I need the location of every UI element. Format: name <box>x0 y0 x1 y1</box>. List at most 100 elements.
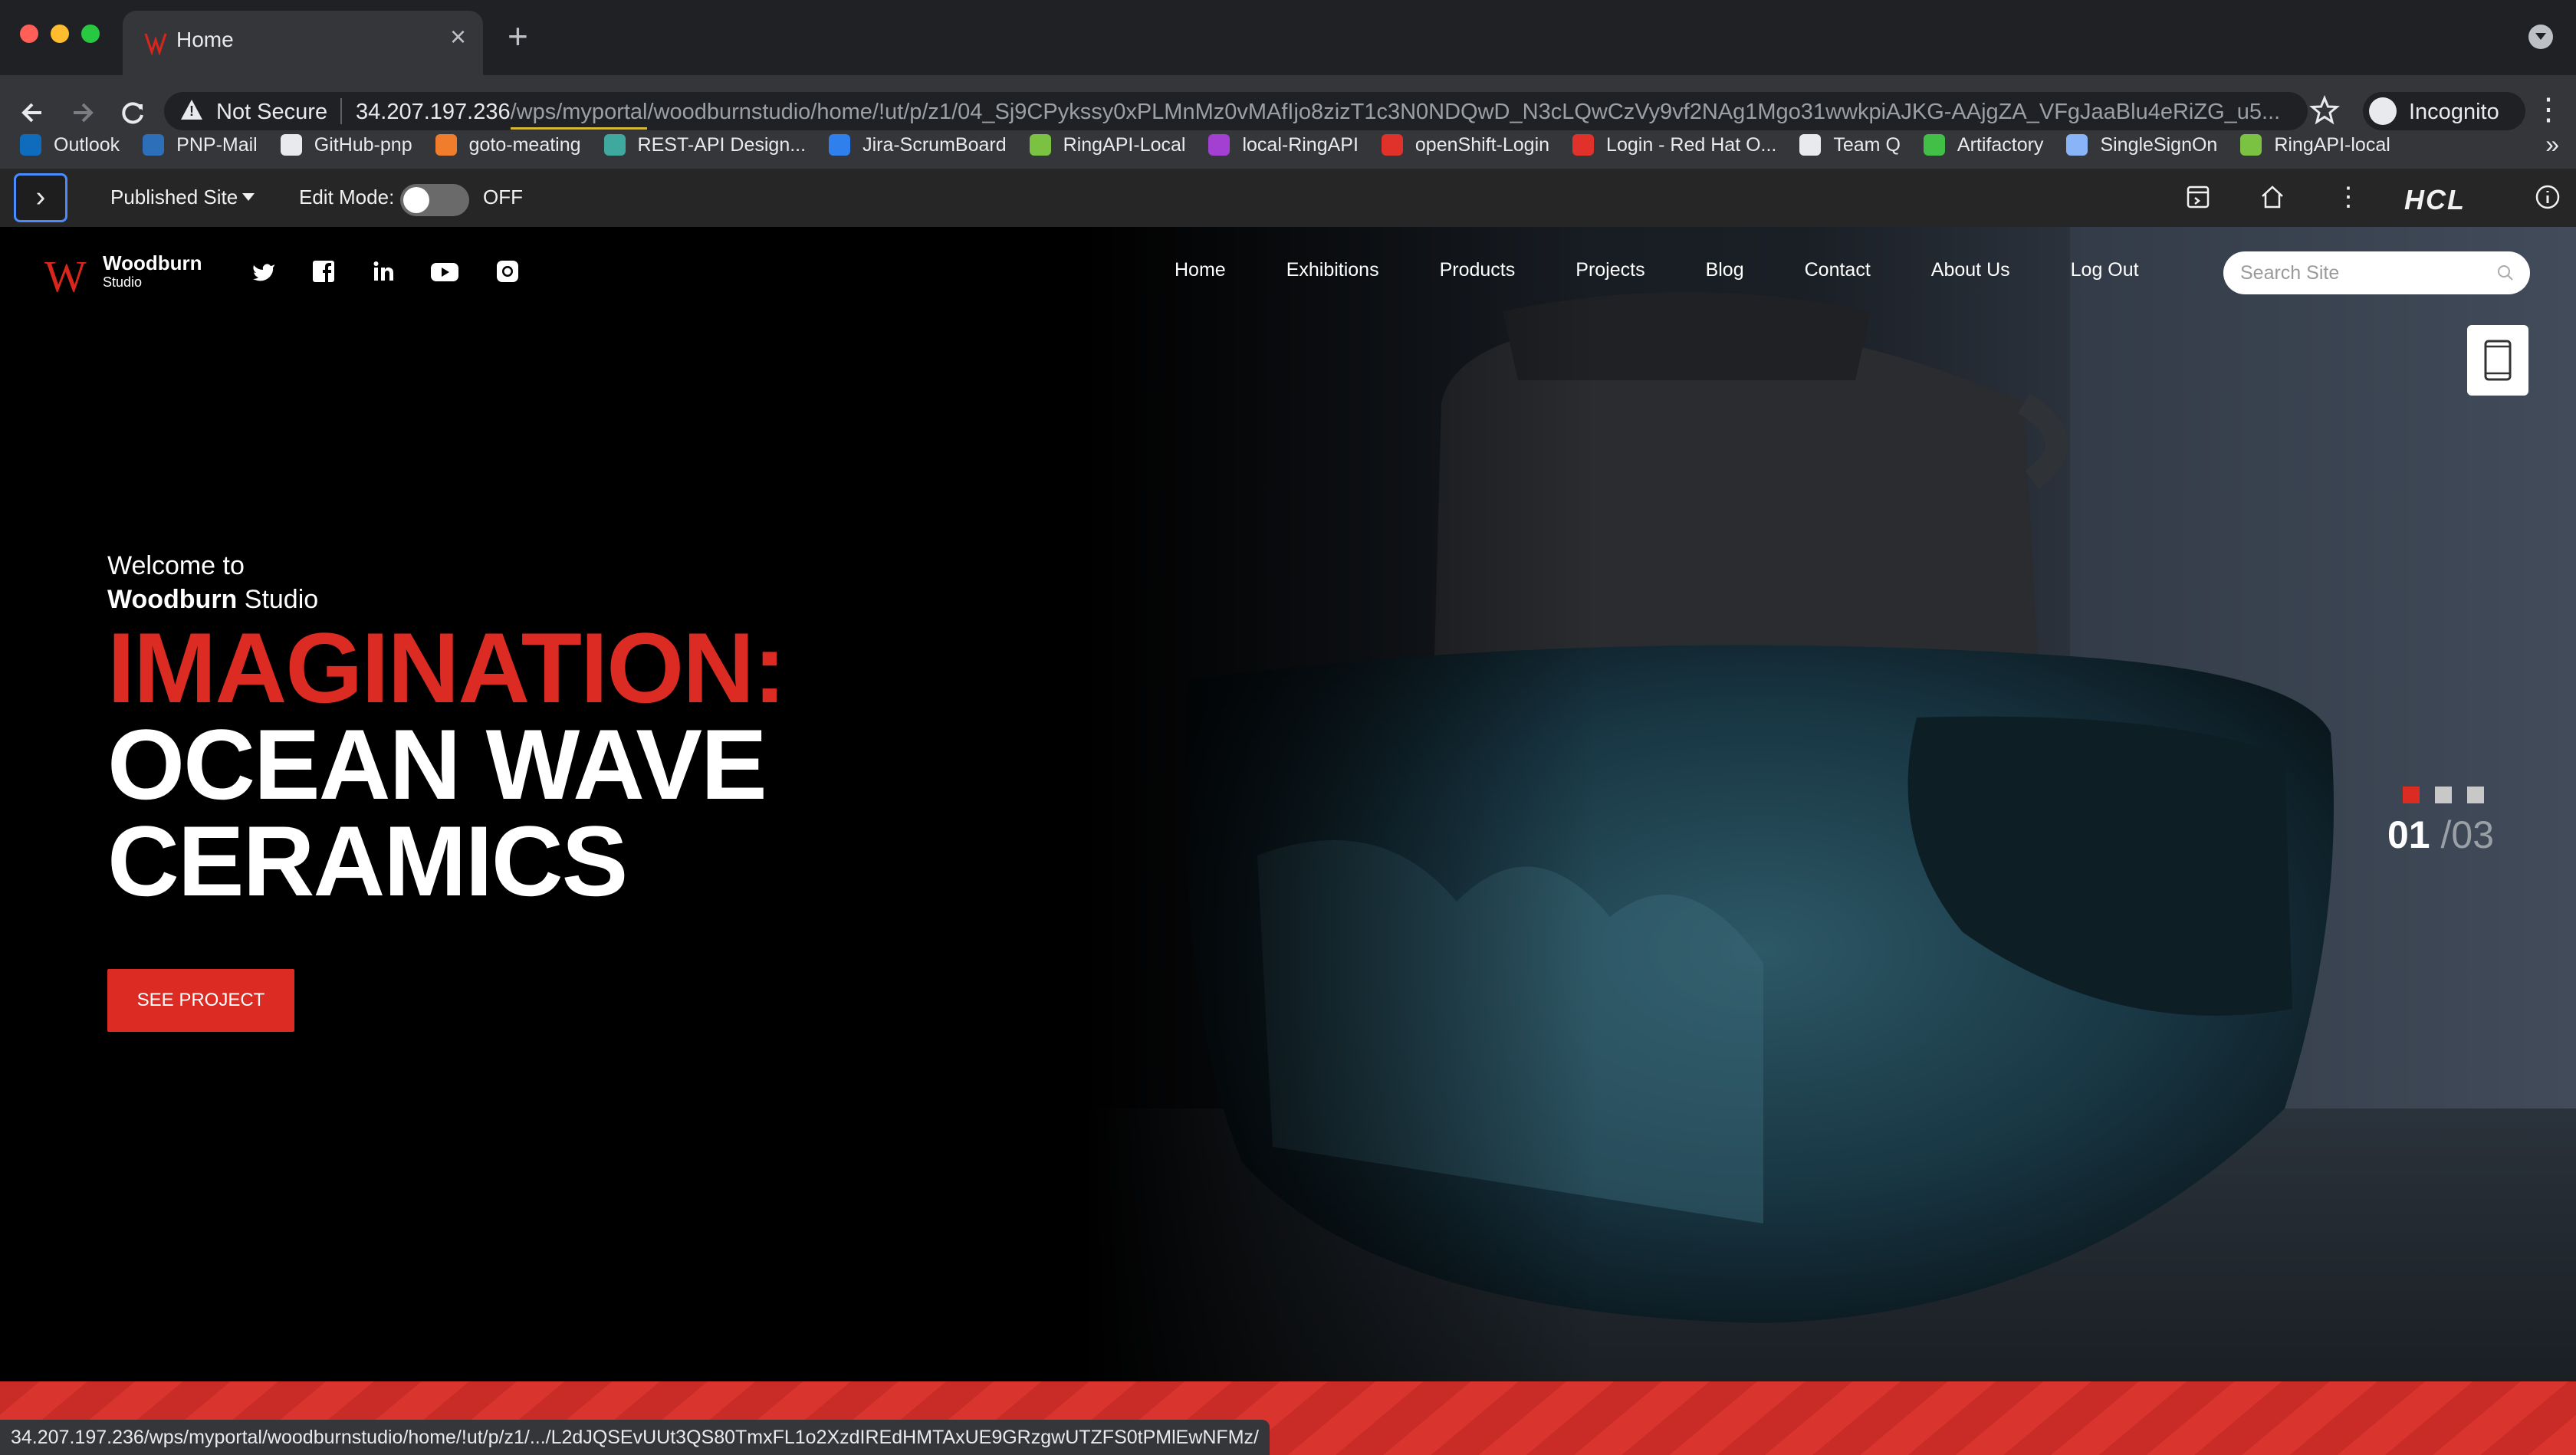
github-icon <box>280 134 302 156</box>
bookmark-label: REST-API Design... <box>637 133 807 156</box>
bookmarks-bar: Outlook PNP-Mail GitHub-pnp goto-meating RES… <box>0 126 2576 164</box>
bookmark-label: SingleSignOn <box>2100 133 2218 156</box>
jira-icon <box>829 134 851 156</box>
ring-icon <box>2240 134 2262 156</box>
tab-close-icon[interactable]: × <box>450 23 466 51</box>
minimize-window-button[interactable] <box>51 25 69 43</box>
tab-home[interactable]: Home × <box>123 11 483 75</box>
site-selector[interactable]: Published Site <box>110 186 238 209</box>
local-ring-icon <box>1208 134 1230 156</box>
bookmark-label: PNP-Mail <box>176 133 258 156</box>
info-icon[interactable] <box>2535 184 2561 210</box>
site-header: W Woodburn Studio Home Exhibitions Product… <box>0 227 2576 319</box>
bookmark-item[interactable]: Team Q <box>1799 134 1901 156</box>
tab-search-icon[interactable] <box>2528 25 2553 49</box>
bookmark-label: openShift-Login <box>1414 133 1550 156</box>
hero-headline-3: CERAMICS <box>107 805 628 917</box>
facebook-icon[interactable] <box>310 258 337 285</box>
search-placeholder: Search Site <box>2240 262 2340 284</box>
bookmark-item[interactable]: GitHub-pnp <box>280 133 412 156</box>
home-icon[interactable] <box>2259 184 2285 210</box>
artifactory-icon <box>1923 134 1945 156</box>
redhat-icon <box>1572 134 1595 156</box>
main-navigation: Home Exhibitions Products Projects Blog Conta… <box>1175 259 2200 281</box>
slider-dot[interactable] <box>2435 787 2452 803</box>
bookmark-label: Outlook <box>54 133 120 156</box>
twitter-icon[interactable] <box>250 258 278 285</box>
hcl-logo: HCL <box>2404 184 2466 215</box>
bookmark-label: RingAPI-Local <box>1063 133 1186 156</box>
bookmark-item[interactable]: Jira-ScrumBoard <box>829 134 1007 156</box>
youtube-icon[interactable] <box>429 258 460 285</box>
incognito-icon <box>2369 97 2397 125</box>
outlook-icon <box>20 134 41 156</box>
bookmark-item[interactable]: openShift-Login <box>1381 133 1550 156</box>
nav-exhibitions[interactable]: Exhibitions <box>1286 259 1379 281</box>
bookmark-item[interactable]: goto-meating <box>435 134 581 156</box>
edit-mode-toggle[interactable] <box>400 184 469 216</box>
nav-about-us[interactable]: About Us <box>1931 259 2010 281</box>
bookmark-item[interactable]: Login - Red Hat O... <box>1572 134 1776 156</box>
linkedin-icon[interactable] <box>370 258 397 285</box>
browser-menu-icon[interactable]: ⋮ <box>2533 90 2564 129</box>
edit-mode-state: OFF <box>483 186 523 209</box>
url-host: 34.207.197.236 <box>356 100 511 124</box>
bookmark-item[interactable]: SingleSignOn <box>2066 134 2217 156</box>
nav-home[interactable]: Home <box>1175 259 1226 281</box>
bookmark-item[interactable]: Outlook <box>20 134 120 156</box>
more-options-icon[interactable]: ⋮ <box>2335 184 2361 210</box>
bookmark-item[interactable]: REST-API Design... <box>603 133 807 156</box>
nav-blog[interactable]: Blog <box>1706 259 1744 281</box>
more-bookmarks-icon[interactable]: » <box>2545 130 2559 159</box>
hero-brand-rest: Studio <box>237 585 319 614</box>
device-preview-button[interactable] <box>2467 325 2528 396</box>
bookmark-item[interactable]: Artifactory <box>1923 134 2043 156</box>
rest-api-icon <box>603 134 626 156</box>
openshift-icon <box>1381 134 1403 156</box>
search-icon[interactable] <box>2496 264 2515 282</box>
toggle-knob <box>403 187 429 213</box>
slide-total: /03 <box>2440 813 2495 856</box>
maximize-window-button[interactable] <box>81 25 100 43</box>
slider-dot[interactable] <box>2403 787 2420 803</box>
sso-icon <box>2066 134 2088 156</box>
paper-plane-icon <box>143 134 165 156</box>
close-window-button[interactable] <box>20 25 38 43</box>
slider-pagination <box>2403 787 2499 803</box>
security-label[interactable]: Not Secure <box>216 100 327 125</box>
github-icon <box>1799 134 1822 156</box>
nav-log-out[interactable]: Log Out <box>2071 259 2139 281</box>
nav-contact[interactable]: Contact <box>1805 259 1871 281</box>
new-tab-button[interactable]: + <box>508 18 528 54</box>
see-project-button[interactable]: SEE PROJECT <box>107 969 294 1032</box>
nav-products[interactable]: Products <box>1440 259 1516 281</box>
edit-mode-label: Edit Mode: <box>299 186 395 209</box>
bookmark-star-icon[interactable] <box>2309 95 2340 126</box>
layout-icon[interactable] <box>2185 184 2211 210</box>
toggle-sidebar-button[interactable]: › <box>14 173 67 222</box>
dx-toolbar: › Published Site Edit Mode: OFF ⋮ HCL <box>0 169 2576 227</box>
slider-dot[interactable] <box>2467 787 2484 803</box>
nav-projects[interactable]: Projects <box>1576 259 1644 281</box>
bookmark-item[interactable]: RingAPI-local <box>2240 134 2390 156</box>
logo-subtitle: Studio <box>103 274 143 290</box>
instagram-icon[interactable] <box>494 258 521 285</box>
hero-brand-bold: Woodburn <box>107 585 238 614</box>
hero-text-block: Welcome to Woodburn Studio IMAGINATION: … <box>107 549 951 917</box>
bookmark-item[interactable]: PNP-Mail <box>143 134 258 156</box>
bookmark-item[interactable]: local-RingAPI <box>1208 134 1359 156</box>
incognito-indicator[interactable]: Incognito <box>2363 92 2525 130</box>
hero-headline-1: IMAGINATION: <box>107 612 786 724</box>
status-bar-url: 34.207.197.236/wps/myportal/woodburnstud… <box>0 1420 1270 1455</box>
ring-icon <box>1029 134 1051 156</box>
url-text[interactable]: 34.207.197.236/wps/myportal/woodburnstud… <box>356 100 2280 125</box>
site-search-input[interactable]: Search Site <box>2223 251 2530 294</box>
address-bar[interactable]: Not Secure 34.207.197.236/wps/myportal/w… <box>164 92 2308 130</box>
logo-name[interactable]: Woodburn <box>103 251 202 275</box>
url-path: /wps/myportal/woodburnstudio/home/!ut/p/… <box>510 100 2281 124</box>
bookmark-item[interactable]: RingAPI-Local <box>1029 133 1186 156</box>
bookmark-label: GitHub-pnp <box>314 133 412 156</box>
warning-icon <box>181 100 202 120</box>
chevron-down-icon[interactable] <box>242 193 255 201</box>
woodburn-logo-mark[interactable]: W <box>44 255 87 299</box>
